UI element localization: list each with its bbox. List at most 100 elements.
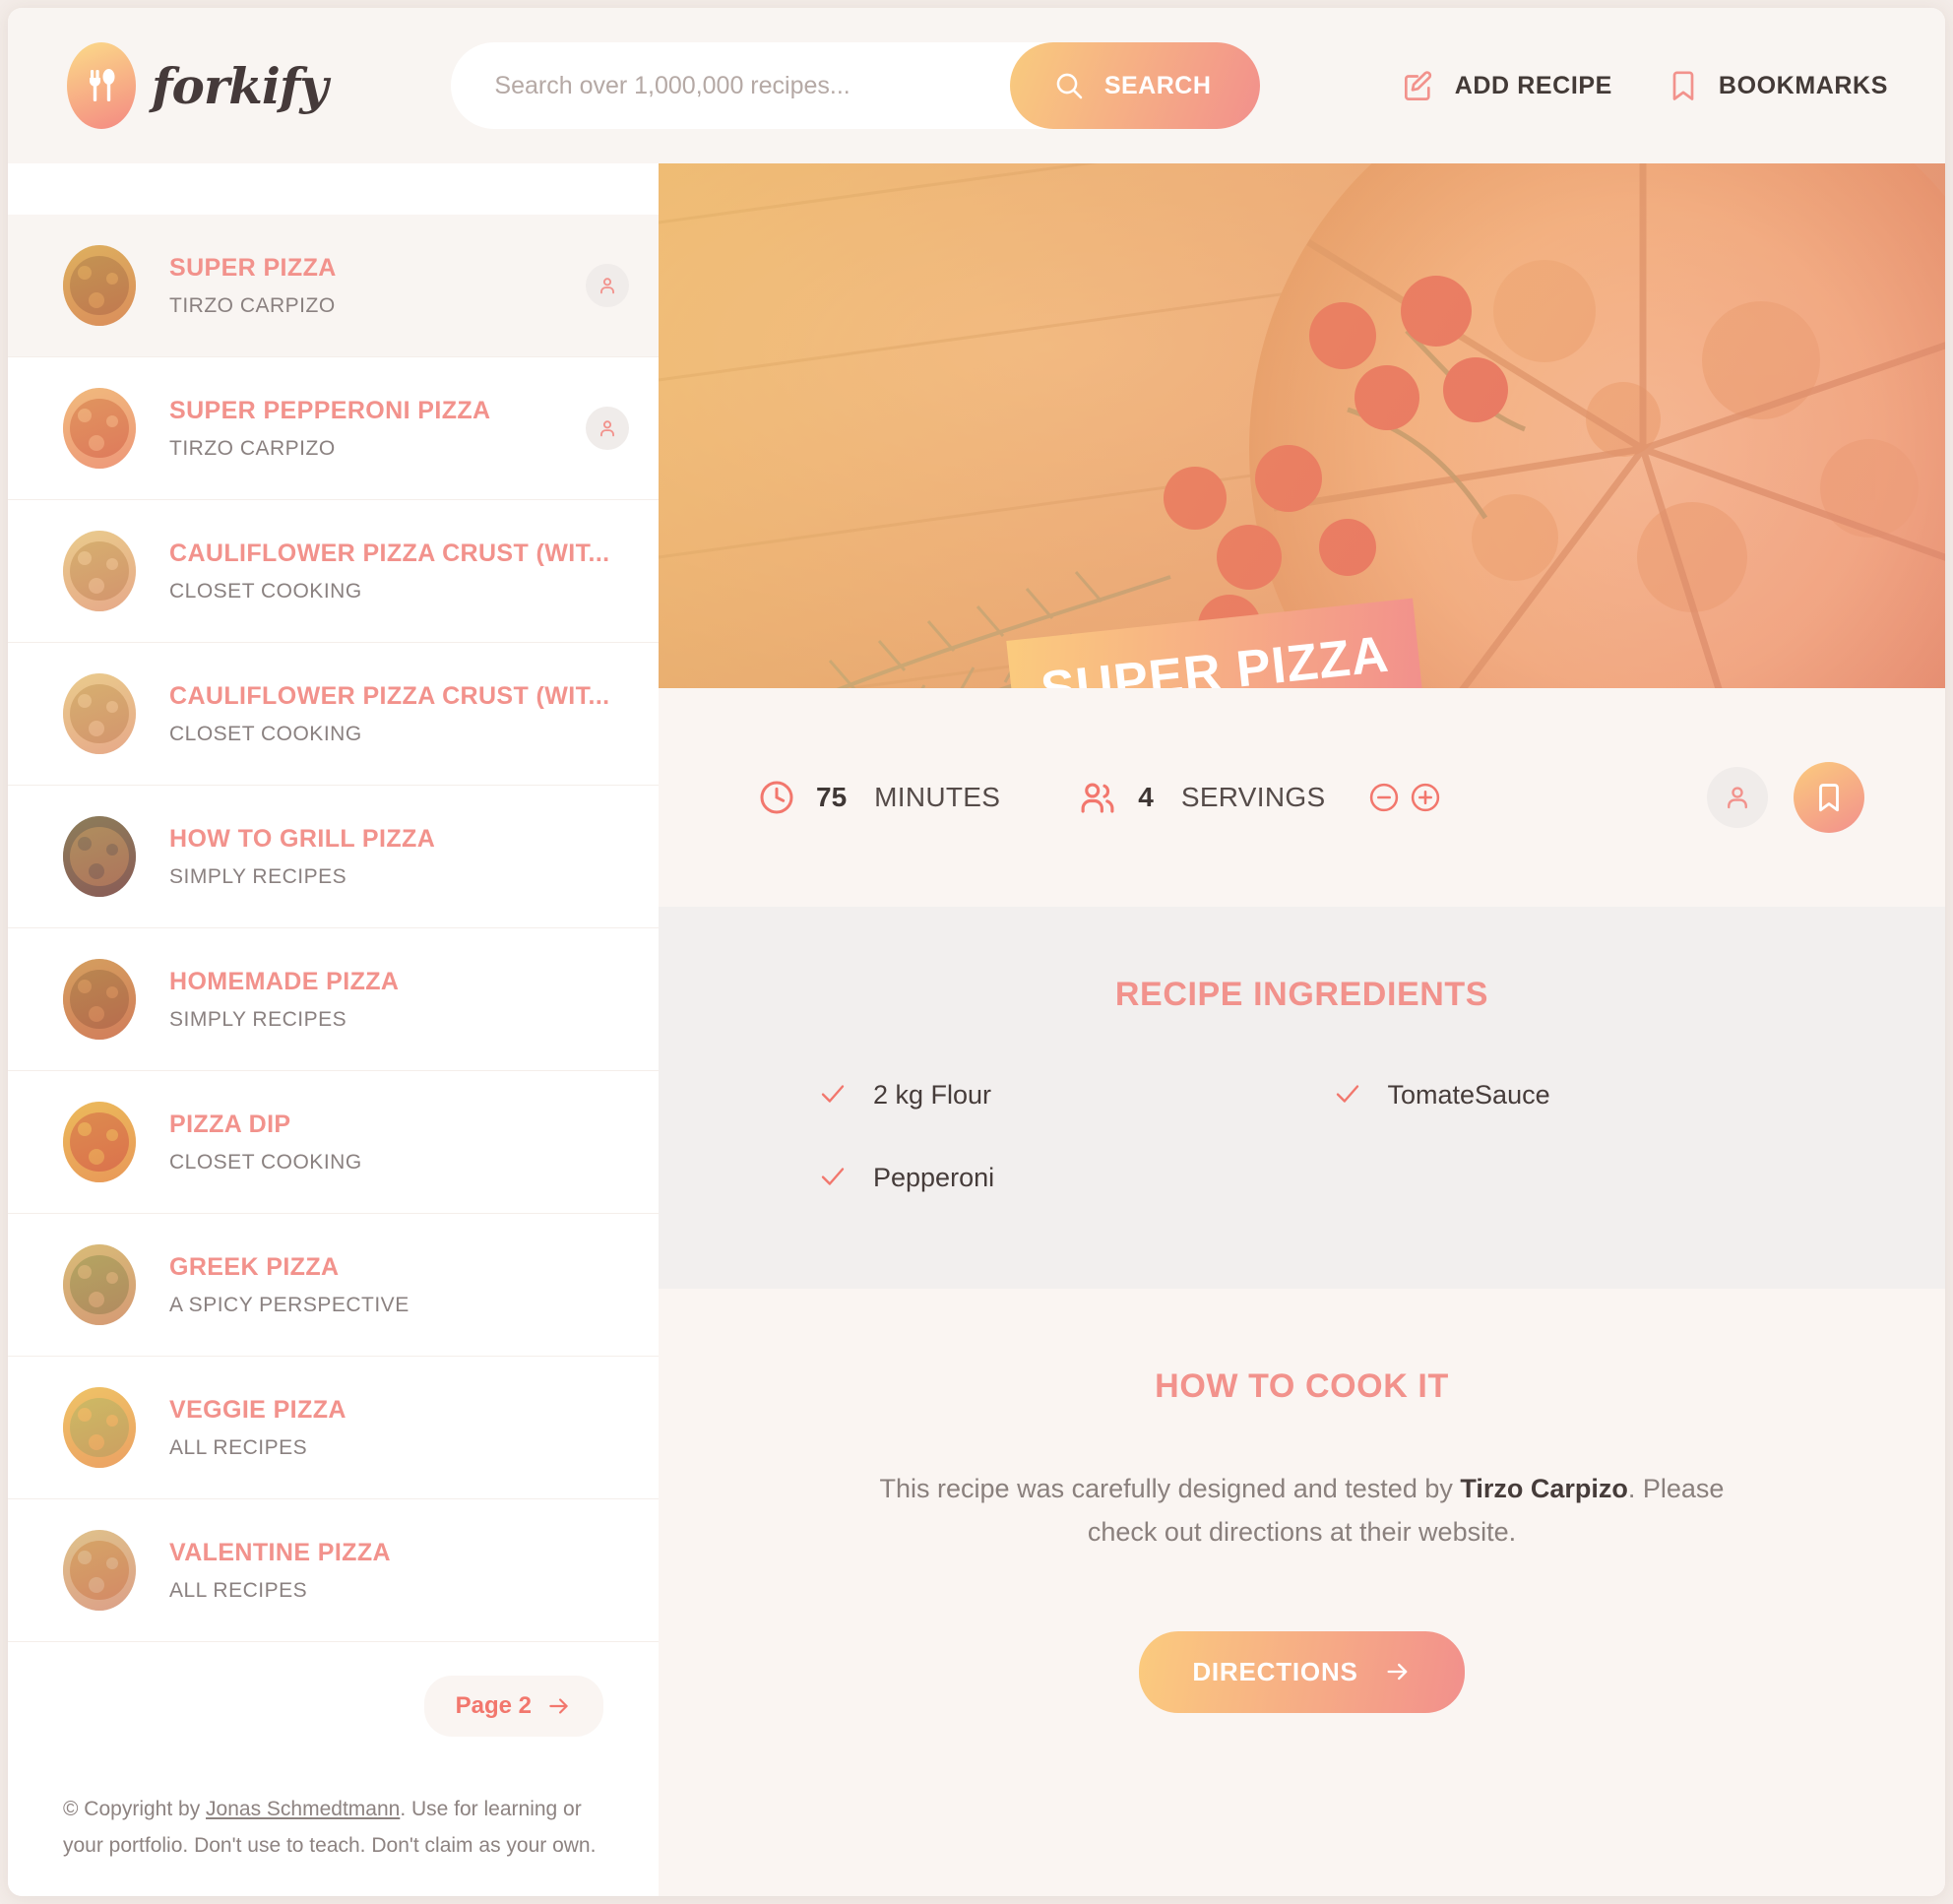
result-publisher: TIRZO CARPIZO	[169, 293, 336, 317]
app-window: forkify SEARCH ADD RECIPE	[8, 8, 1945, 1896]
search-result-item[interactable]: GREEK PIZZA A SPICY PERSPECTIVE	[8, 1214, 659, 1357]
directions-prefix: This recipe was carefully designed and t…	[879, 1473, 1461, 1503]
recipe-thumb-image	[63, 673, 136, 754]
result-publisher: CLOSET COOKING	[169, 722, 362, 745]
ingredients-section: RECIPE INGREDIENTS 2 kg Flour TomateSauce…	[659, 907, 1945, 1289]
bookmark-icon	[1819, 784, 1839, 812]
result-title: GREEK PIZZA	[169, 1252, 340, 1281]
result-title: SUPER PEPPERONI PIZZA	[169, 396, 491, 424]
directions-button[interactable]: DIRECTIONS	[1139, 1630, 1465, 1713]
result-thumbnail	[63, 1244, 136, 1325]
fork-spoon-icon	[67, 42, 136, 129]
search-result-item[interactable]: HOW TO GRILL PIZZA SIMPLY RECIPES	[8, 786, 659, 928]
copyright-prefix: © Copyright by	[63, 1798, 207, 1820]
result-thumbnail	[63, 673, 136, 754]
recipe-thumb-image	[63, 1530, 136, 1611]
ingredients-list: 2 kg Flour TomateSauce Pepperoni	[777, 1079, 1827, 1194]
edit-square-icon	[1404, 71, 1431, 100]
recipe-thumb-image	[63, 959, 136, 1040]
fork-spoon-glyph	[90, 69, 115, 101]
bookmark-recipe-button[interactable]	[1794, 762, 1864, 833]
author-link[interactable]: Jonas Schmedtmann	[206, 1798, 400, 1820]
search-result-item[interactable]: CAULIFLOWER PIZZA CRUST (WIT... CLOSET CO…	[8, 643, 659, 786]
main-nav: ADD RECIPE BOOKMARKS	[1400, 67, 1888, 104]
search-button[interactable]: SEARCH	[1009, 42, 1261, 129]
result-user-badge	[586, 264, 629, 307]
cooking-time-unit: MINUTES	[874, 782, 1001, 812]
search-result-item[interactable]: VALENTINE PIZZA ALL RECIPES	[8, 1499, 659, 1642]
search-result-item[interactable]: CAULIFLOWER PIZZA CRUST (WIT... CLOSET CO…	[8, 500, 659, 643]
arrow-right-icon	[1387, 1664, 1408, 1681]
recipe-thumb-image	[63, 1387, 136, 1468]
pagination: Page 2	[8, 1642, 659, 1737]
user-icon	[600, 278, 614, 294]
result-title: SUPER PIZZA	[169, 253, 337, 282]
header: forkify SEARCH ADD RECIPE	[8, 8, 1945, 163]
decrease-servings-button[interactable]	[1366, 780, 1402, 815]
servings-value: 4	[1138, 782, 1154, 812]
search-bar: SEARCH	[451, 42, 1261, 129]
search-result-item[interactable]: VEGGIE PIZZA ALL RECIPES	[8, 1357, 659, 1499]
search-result-item[interactable]: SUPER PIZZA TIRZO CARPIZO	[8, 215, 659, 357]
result-thumbnail	[63, 816, 136, 897]
recipe-actions	[1707, 762, 1864, 833]
directions-section: HOW TO COOK IT This recipe was carefully…	[659, 1289, 1945, 1713]
check-icon	[821, 1085, 845, 1103]
search-result-item[interactable]: HOMEMADE PIZZA SIMPLY RECIPES	[8, 928, 659, 1071]
result-thumbnail	[63, 245, 136, 326]
cooking-time: 75 MINUTES	[757, 778, 1000, 817]
result-publisher: ALL RECIPES	[169, 1578, 308, 1602]
ingredient-text: 2 kg Flour	[873, 1080, 992, 1110]
directions-publisher: Tirzo Carpizo	[1460, 1473, 1628, 1503]
user-icon	[1728, 787, 1747, 809]
recipe-thumb-image	[63, 245, 136, 326]
servings-unit: SERVINGS	[1180, 782, 1326, 812]
sidebar: SUPER PIZZA TIRZO CARPIZO SUPER PEPPERONI …	[8, 163, 659, 1896]
result-thumbnail	[63, 1102, 136, 1182]
recipe-thumb-image	[63, 1102, 136, 1182]
search-icon	[1056, 73, 1083, 99]
add-recipe-button[interactable]: ADD RECIPE	[1400, 67, 1612, 104]
ingredient-text: TomateSauce	[1387, 1080, 1550, 1110]
recipe-panel: SUPER PIZZA 75 MINUTES 4 SERVINGS RECIPE…	[659, 163, 1945, 1896]
increase-servings-button[interactable]	[1408, 780, 1443, 815]
search-result-item[interactable]: PIZZA DIP CLOSET COOKING	[8, 1071, 659, 1214]
cooking-time-value: 75	[816, 782, 848, 812]
recipe-thumb-image	[63, 531, 136, 611]
users-icon	[1081, 783, 1114, 813]
result-title: VEGGIE PIZZA	[169, 1395, 346, 1424]
result-publisher: A SPICY PERSPECTIVE	[169, 1293, 410, 1316]
bookmarks-label: BOOKMARKS	[1718, 71, 1888, 99]
result-thumbnail	[63, 388, 136, 469]
recipe-figure: SUPER PIZZA	[659, 163, 1945, 688]
user-generated-badge[interactable]	[1707, 767, 1768, 828]
recipe-thumb-image	[63, 388, 136, 469]
search-input[interactable]	[494, 71, 987, 100]
search-result-item[interactable]: SUPER PEPPERONI PIZZA TIRZO CARPIZO	[8, 357, 659, 500]
result-publisher: CLOSET COOKING	[169, 1150, 362, 1174]
result-publisher: TIRZO CARPIZO	[169, 436, 336, 460]
bookmark-icon	[1672, 71, 1694, 100]
next-page-button[interactable]: Page 2	[423, 1676, 603, 1737]
logo[interactable]: forkify	[67, 42, 328, 129]
result-title: CAULIFLOWER PIZZA CRUST (WIT...	[169, 681, 610, 710]
result-thumbnail	[63, 1387, 136, 1468]
result-publisher: SIMPLY RECIPES	[169, 864, 347, 888]
minus-circle-icon	[1370, 783, 1399, 812]
servings: 4 SERVINGS	[1077, 777, 1443, 818]
result-thumbnail	[63, 959, 136, 1040]
check-icon	[821, 1168, 845, 1186]
bookmarks-button[interactable]: BOOKMARKS	[1666, 67, 1888, 104]
result-title: PIZZA DIP	[169, 1110, 291, 1138]
user-icon	[600, 420, 614, 437]
copyright: © Copyright by Jonas Schmedtmann. Use fo…	[8, 1737, 659, 1865]
add-recipe-label: ADD RECIPE	[1454, 71, 1612, 99]
result-thumbnail	[63, 531, 136, 611]
result-title: CAULIFLOWER PIZZA CRUST (WIT...	[169, 539, 610, 567]
recipe-thumb-image	[63, 1244, 136, 1325]
recipe-details-bar: 75 MINUTES 4 SERVINGS	[659, 688, 1945, 907]
ingredient-item: TomateSauce	[1333, 1079, 1828, 1111]
plus-circle-icon	[1412, 783, 1440, 812]
recipe-thumb-image	[63, 816, 136, 897]
result-publisher: ALL RECIPES	[169, 1435, 308, 1459]
